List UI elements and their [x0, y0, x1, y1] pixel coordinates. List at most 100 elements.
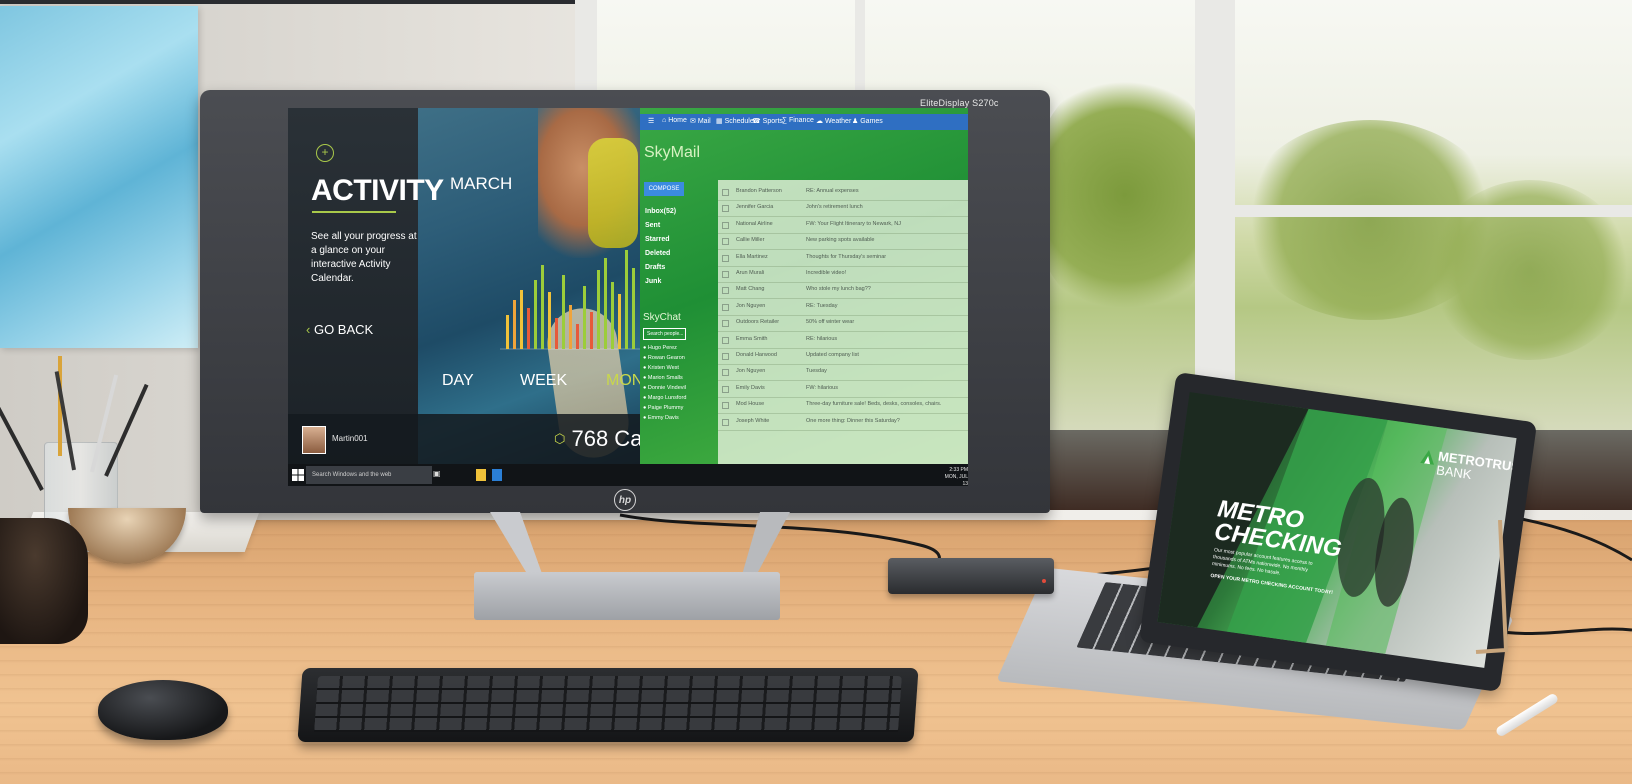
monitor-stand-base [474, 572, 780, 620]
chat-contact[interactable]: ● Emmy Davis [643, 415, 679, 421]
task-view-icon[interactable]: ▣ [433, 469, 443, 481]
message-row[interactable]: National Airline FW: Your Flight Itinerar… [718, 217, 968, 234]
nav-mail-label: Mail [697, 118, 711, 125]
message-row[interactable]: Arun Murali Incredible video! [718, 266, 968, 283]
taskbar-search-input[interactable]: Search Windows and the web [306, 466, 432, 484]
message-checkbox[interactable] [722, 320, 729, 328]
nav-home[interactable]: ⌂ Home [662, 117, 687, 124]
activity-bar [618, 294, 621, 349]
message-checkbox[interactable] [722, 402, 729, 410]
go-back-label: GO BACK [313, 322, 374, 337]
chat-contact[interactable]: ● Rowan Gearon [643, 355, 685, 361]
chat-contact[interactable]: ● Marion Smalls [643, 375, 683, 381]
folder-deleted[interactable]: Deleted [645, 250, 670, 257]
chat-contact[interactable]: ● Kristen West [643, 365, 679, 371]
nav-finance[interactable]: ∑ Finance [782, 117, 814, 124]
menu-icon[interactable]: ☰ [648, 117, 654, 125]
message-row[interactable]: Jon Nguyen RE: Tuesday [718, 299, 968, 316]
message-subject: FW: Your Flight Itinerary to Newark, NJ [806, 220, 901, 227]
message-row[interactable]: Callie Miller New parking spots available [718, 233, 968, 251]
chat-search-input[interactable]: Search people... [643, 328, 686, 340]
period-month-tab[interactable]: MON [606, 372, 643, 390]
contact-name: Rowan Gearon [647, 355, 685, 361]
message-subject: 50% off winter wear [806, 319, 855, 326]
message-checkbox[interactable] [722, 336, 729, 344]
nav-sports[interactable]: ☎ Sports [752, 117, 783, 125]
message-row[interactable]: Joseph White One more thing: Dinner this … [718, 414, 968, 431]
compose-button[interactable]: COMPOSE [644, 182, 684, 196]
folder-junk[interactable]: Junk [645, 278, 661, 285]
message-row[interactable]: Mod House Three-day furniture sale! Beds,… [718, 397, 968, 415]
activity-bar [555, 318, 558, 349]
skymail-title: SkyMail [644, 144, 701, 161]
contact-name: Donnie Vindevil [647, 385, 686, 391]
message-checkbox[interactable] [722, 385, 729, 393]
message-subject: Tuesday [806, 368, 827, 375]
message-sender: Emily Davis [736, 384, 765, 391]
contact-name: Marion Smalls [647, 375, 683, 381]
contact-name: Kristen West [647, 365, 679, 371]
message-checkbox[interactable] [722, 205, 729, 213]
contact-name: Margo Lunsford [647, 395, 687, 401]
contact-name: Hugo Perez [647, 345, 677, 351]
folder-starred[interactable]: Starred [645, 236, 670, 243]
activity-bar [576, 324, 579, 349]
message-sender: Mod House [736, 401, 765, 408]
go-back-link[interactable]: ‹ GO BACK [306, 322, 373, 337]
windows-start-icon[interactable] [292, 469, 304, 481]
clock-time: 2:33 PM [949, 467, 968, 473]
message-row[interactable]: Matt Chang Who stole my lunch bag?? [718, 282, 968, 300]
message-checkbox[interactable] [722, 287, 729, 295]
message-checkbox[interactable] [722, 221, 729, 229]
message-subject: Incredible video! [806, 270, 847, 276]
nav-schedule-label: Schedule [724, 118, 754, 125]
period-week-tab[interactable]: WEEK [520, 372, 567, 390]
message-sender: National Airline [736, 220, 773, 227]
folder-drafts[interactable]: Drafts [645, 264, 665, 271]
chat-contact[interactable]: ● Donnie Vindevil [643, 385, 686, 391]
chat-contact[interactable]: ● Paige Plummy [643, 405, 683, 411]
nav-weather-label: Weather [824, 118, 852, 125]
clock-date: MON, JUL 13 [944, 474, 968, 486]
activity-bar [625, 250, 628, 349]
message-row[interactable]: Brandon Patterson RE: Annual expenses [718, 184, 968, 201]
message-row[interactable]: Ella Martinez Thoughts for Thursday's sem… [718, 250, 968, 267]
hexagon-icon: ⬡ [554, 431, 566, 446]
avatar[interactable] [302, 426, 326, 454]
folder-sent[interactable]: Sent [645, 222, 660, 229]
message-checkbox[interactable] [722, 303, 729, 311]
message-subject: RE: Annual expenses [806, 188, 859, 194]
message-row[interactable]: Emma Smith RE: hilarious [718, 332, 968, 349]
message-subject: New parking spots available [806, 237, 875, 244]
chat-contact[interactable]: ● Hugo Perez [643, 345, 677, 351]
message-checkbox[interactable] [722, 369, 729, 377]
message-checkbox[interactable] [722, 418, 729, 426]
message-row[interactable]: Jon Nguyen Tuesday [718, 364, 968, 382]
message-row[interactable]: Outdoors Retailer 50% off winter wear [718, 315, 968, 333]
message-checkbox[interactable] [722, 271, 729, 278]
activity-bar-chart [500, 250, 640, 350]
file-explorer-icon[interactable] [476, 469, 486, 481]
period-day-tab[interactable]: DAY [442, 372, 474, 390]
nav-schedule[interactable]: ▦ Schedule [716, 117, 754, 125]
message-row[interactable]: Donald Harwood Updated company list [718, 348, 968, 365]
nav-games[interactable]: ♟ Games [852, 117, 883, 125]
message-checkbox[interactable] [722, 353, 729, 360]
message-sender: Jennifer Garcia [736, 204, 774, 211]
message-checkbox[interactable] [722, 238, 729, 246]
monitor-brand-label: EliteDisplay S270c [920, 98, 999, 108]
message-sender: Jon Nguyen [736, 302, 766, 309]
store-icon[interactable] [492, 469, 502, 481]
message-row[interactable]: Jennifer Garcia John's retirement lunch [718, 200, 968, 218]
message-checkbox[interactable] [722, 254, 729, 262]
message-checkbox[interactable] [722, 189, 729, 196]
nav-weather[interactable]: ☁ Weather [816, 117, 851, 125]
taskbar-clock[interactable]: 2:33 PM MON, JUL 13 [943, 467, 968, 486]
username: Martin001 [332, 434, 368, 443]
nav-mail[interactable]: ✉ Mail [690, 117, 711, 125]
folder-inbox[interactable]: Inbox(52) [645, 208, 676, 215]
monitor-screen: + ACTIVITY See all your progress at a gl… [288, 108, 968, 486]
activity-title: ACTIVITY [311, 174, 444, 207]
chat-contact[interactable]: ● Margo Lunsford [643, 395, 686, 401]
message-row[interactable]: Emily Davis FW: hilarious [718, 381, 968, 398]
